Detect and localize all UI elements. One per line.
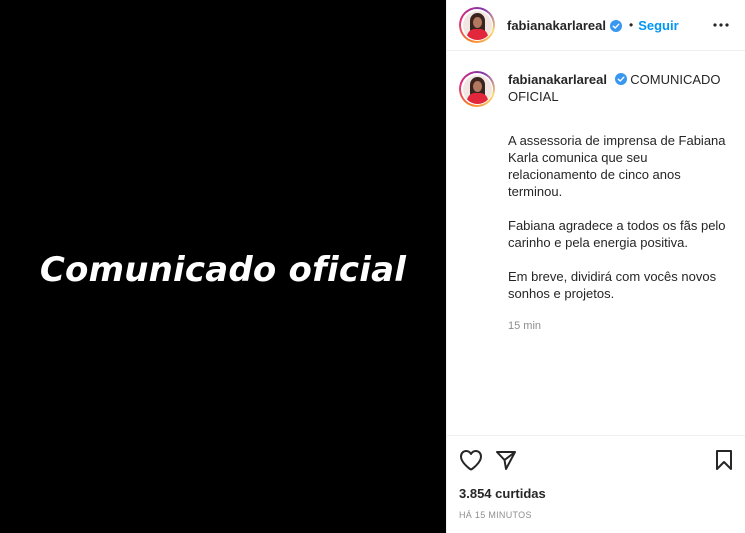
instagram-post: Comunicado oficial fabianakarlareal • Se… bbox=[0, 0, 745, 533]
verified-badge-icon bbox=[610, 19, 623, 32]
post-side-panel: fabianakarlareal • Seguir fabianakarlare… bbox=[446, 0, 745, 533]
caption-timestamp: 15 min bbox=[508, 320, 542, 332]
avatar[interactable] bbox=[459, 7, 495, 43]
post-media[interactable]: Comunicado oficial bbox=[0, 0, 446, 533]
post-date: HÁ 15 MINUTOS bbox=[459, 510, 532, 520]
share-icon bbox=[496, 451, 516, 470]
heart-icon bbox=[460, 450, 482, 471]
caption-headline: fabianakarlareal COMUNICADO OFICIAL bbox=[508, 71, 730, 105]
follow-button[interactable]: Seguir bbox=[638, 18, 678, 33]
save-button[interactable] bbox=[705, 446, 733, 474]
action-bar bbox=[459, 436, 733, 484]
caption-paragraph: Em breve, dividirá com vocês novos sonho… bbox=[508, 269, 717, 301]
separator-dot: • bbox=[629, 18, 634, 32]
share-button[interactable] bbox=[495, 446, 523, 474]
verified-badge-icon bbox=[614, 72, 627, 85]
bookmark-icon bbox=[716, 450, 732, 470]
caption-paragraph: Fabiana agradece a todos os fãs pelo car… bbox=[508, 218, 726, 250]
caption-paragraph: A assessoria de imprensa de Fabiana Karl… bbox=[508, 133, 726, 199]
caption-body: fabianakarlareal COMUNICADO OFICIAL A as… bbox=[508, 71, 730, 335]
media-overlay-text: Comunicado oficial bbox=[39, 249, 407, 290]
header-username[interactable]: fabianakarlareal bbox=[507, 18, 606, 33]
post-header: fabianakarlareal • Seguir bbox=[447, 0, 745, 51]
likes-count[interactable]: 3.854 curtidas bbox=[459, 486, 733, 501]
more-options-icon[interactable] bbox=[709, 13, 733, 37]
like-button[interactable] bbox=[459, 446, 487, 474]
post-footer: 3.854 curtidas HÁ 15 MINUTOS bbox=[447, 435, 745, 533]
caption: fabianakarlareal COMUNICADO OFICIAL A as… bbox=[447, 51, 745, 335]
caption-avatar[interactable] bbox=[459, 71, 495, 107]
caption-username[interactable]: fabianakarlareal bbox=[508, 72, 607, 87]
